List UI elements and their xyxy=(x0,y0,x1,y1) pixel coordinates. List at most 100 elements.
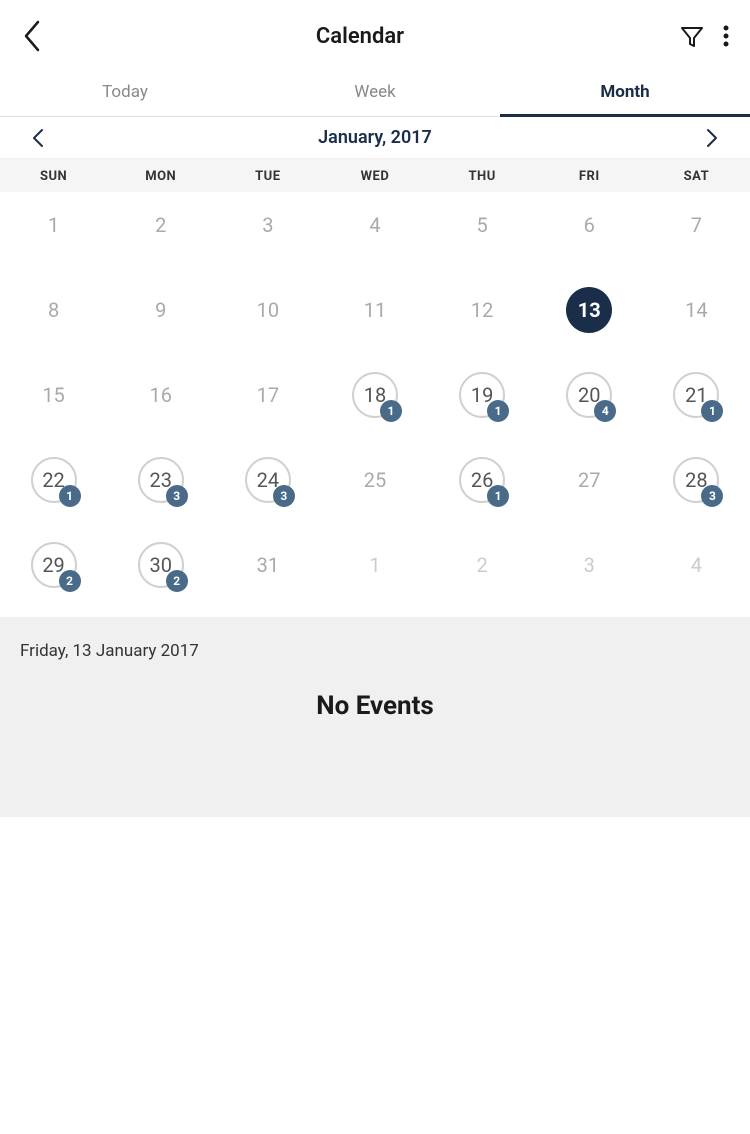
table-row[interactable]: 14 xyxy=(643,277,750,362)
event-badge: 1 xyxy=(487,485,509,507)
day-header-wed: WED xyxy=(321,169,428,184)
table-row[interactable]: 12 xyxy=(429,277,536,362)
table-row[interactable]: 211 xyxy=(643,362,750,447)
table-row[interactable]: 9 xyxy=(107,277,214,362)
event-badge: 4 xyxy=(594,400,616,422)
day-header-tue: TUE xyxy=(214,169,321,184)
day-number: 10 xyxy=(245,287,291,333)
table-row[interactable]: 17 xyxy=(214,362,321,447)
day-headers-row: SUN MON TUE WED THU FRI SAT xyxy=(0,159,750,192)
header-icons xyxy=(678,22,730,50)
more-icon[interactable] xyxy=(722,22,730,50)
table-row[interactable]: 3 xyxy=(536,532,643,617)
day-number: 25 xyxy=(352,457,398,503)
day-number: 5 xyxy=(459,202,505,248)
day-number: 2 xyxy=(138,202,184,248)
table-row[interactable]: 16 xyxy=(107,362,214,447)
tabs-bar: Today Week Month xyxy=(0,68,750,117)
event-badge: 1 xyxy=(380,400,402,422)
day-header-mon: MON xyxy=(107,169,214,184)
day-number: 3 xyxy=(566,542,612,588)
tab-today[interactable]: Today xyxy=(0,68,250,116)
table-row[interactable]: 243 xyxy=(214,447,321,532)
header: Calendar xyxy=(0,0,750,68)
event-badge: 1 xyxy=(701,400,723,422)
next-month-button[interactable] xyxy=(684,125,740,151)
month-year-label: January, 2017 xyxy=(318,127,432,148)
table-row[interactable]: 191 xyxy=(429,362,536,447)
table-row[interactable]: 31 xyxy=(214,532,321,617)
day-number: 292 xyxy=(31,542,77,588)
day-number: 283 xyxy=(673,457,719,503)
day-number: 221 xyxy=(31,457,77,503)
table-row[interactable]: 283 xyxy=(643,447,750,532)
table-row[interactable]: 7 xyxy=(643,192,750,277)
day-number: 12 xyxy=(459,287,505,333)
day-number: 7 xyxy=(673,202,719,248)
day-number: 15 xyxy=(31,372,77,418)
table-row[interactable]: 302 xyxy=(107,532,214,617)
day-number: 2 xyxy=(459,542,505,588)
event-badge: 2 xyxy=(166,570,188,592)
day-number: 302 xyxy=(138,542,184,588)
selected-date-label: Friday, 13 January 2017 xyxy=(20,641,730,661)
tab-month[interactable]: Month xyxy=(500,68,750,116)
table-row[interactable]: 8 xyxy=(0,277,107,362)
table-row[interactable]: 2 xyxy=(107,192,214,277)
tab-week[interactable]: Week xyxy=(250,68,500,116)
event-badge: 3 xyxy=(273,485,295,507)
table-row[interactable]: 6 xyxy=(536,192,643,277)
table-row[interactable]: 5 xyxy=(429,192,536,277)
table-row[interactable]: 10 xyxy=(214,277,321,362)
day-number: 261 xyxy=(459,457,505,503)
table-row[interactable]: 25 xyxy=(321,447,428,532)
day-number: 8 xyxy=(31,287,77,333)
table-row[interactable]: 13 xyxy=(536,277,643,362)
day-header-fri: FRI xyxy=(536,169,643,184)
table-row[interactable]: 27 xyxy=(536,447,643,532)
table-row[interactable]: 1 xyxy=(321,532,428,617)
back-button[interactable] xyxy=(20,18,42,54)
day-number: 11 xyxy=(352,287,398,333)
day-number: 233 xyxy=(138,457,184,503)
no-events-label: No Events xyxy=(20,691,730,721)
day-number: 3 xyxy=(245,202,291,248)
table-row[interactable]: 11 xyxy=(321,277,428,362)
table-row[interactable]: 204 xyxy=(536,362,643,447)
day-number: 243 xyxy=(245,457,291,503)
day-header-thu: THU xyxy=(429,169,536,184)
table-row[interactable]: 1 xyxy=(0,192,107,277)
day-number: 204 xyxy=(566,372,612,418)
day-number: 6 xyxy=(566,202,612,248)
day-number: 4 xyxy=(352,202,398,248)
table-row[interactable]: 15 xyxy=(0,362,107,447)
day-number: 1 xyxy=(31,202,77,248)
table-row[interactable]: 233 xyxy=(107,447,214,532)
page-title: Calendar xyxy=(316,24,404,49)
day-number: 14 xyxy=(673,287,719,333)
table-row[interactable]: 181 xyxy=(321,362,428,447)
table-row[interactable]: 4 xyxy=(321,192,428,277)
day-number: 4 xyxy=(673,542,719,588)
table-row[interactable]: 292 xyxy=(0,532,107,617)
event-badge: 2 xyxy=(59,570,81,592)
table-row[interactable]: 221 xyxy=(0,447,107,532)
event-badge: 3 xyxy=(166,485,188,507)
day-number: 191 xyxy=(459,372,505,418)
prev-month-button[interactable] xyxy=(10,125,66,151)
day-header-sat: SAT xyxy=(643,169,750,184)
calendar-grid: 1234567891011121314151617181191204211221… xyxy=(0,192,750,617)
day-number: 13 xyxy=(566,287,612,333)
day-number: 27 xyxy=(566,457,612,503)
table-row[interactable]: 261 xyxy=(429,447,536,532)
filter-icon[interactable] xyxy=(678,22,706,50)
day-header-sun: SUN xyxy=(0,169,107,184)
day-number: 211 xyxy=(673,372,719,418)
table-row[interactable]: 2 xyxy=(429,532,536,617)
day-number: 17 xyxy=(245,372,291,418)
table-row[interactable]: 4 xyxy=(643,532,750,617)
table-row[interactable]: 3 xyxy=(214,192,321,277)
day-number: 9 xyxy=(138,287,184,333)
day-number: 181 xyxy=(352,372,398,418)
bottom-section: Friday, 13 January 2017 No Events xyxy=(0,617,750,817)
